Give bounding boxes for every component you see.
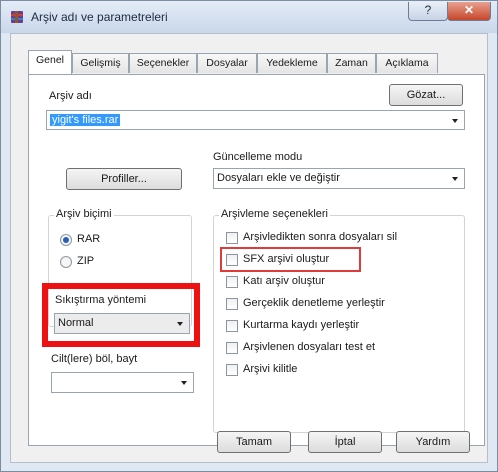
checkbox-test-files[interactable]	[226, 342, 238, 354]
chevron-down-icon[interactable]	[452, 177, 458, 181]
dialog-client-area: Genel Genel Gelişmiş Seçenekler Dosyalar…	[10, 33, 488, 463]
split-volumes-combo[interactable]	[51, 372, 194, 393]
checkbox-delete-after-archiving-label[interactable]: Arşivledikten sonra dosyaları sil	[243, 231, 397, 243]
split-volumes-label: Cilt(lere) böl, bayt	[51, 353, 138, 365]
title-bar[interactable]: Arşiv adı ve parametreleri ? ✕	[1, 1, 497, 33]
tab-options[interactable]: Seçenekler	[129, 53, 197, 73]
radio-zip[interactable]	[60, 256, 72, 268]
archive-name-value: yigit's files.rar	[50, 114, 121, 126]
update-mode-label: Güncelleme modu	[213, 151, 303, 163]
archive-name-label: Arşiv adı	[49, 90, 92, 102]
general-tab-panel: Arşiv adı Gözat... yigit's files.rar Gün…	[28, 74, 485, 446]
archive-format-title: Arşiv biçimi	[54, 208, 114, 220]
tab-general-active[interactable]: Genel	[28, 50, 72, 74]
chevron-down-icon[interactable]	[452, 119, 458, 123]
update-mode-value: Dosyaları ekle ve değiştir	[217, 172, 340, 184]
help-title-button[interactable]: ?	[408, 2, 448, 21]
checkbox-lock-archive-label[interactable]: Arşivi kilitle	[243, 363, 297, 375]
browse-button[interactable]: Gözat...	[389, 84, 463, 106]
tab-advanced[interactable]: Gelişmiş	[72, 53, 129, 73]
ok-button[interactable]: Tamam	[217, 431, 291, 453]
radio-rar[interactable]	[60, 234, 72, 246]
checkbox-authenticity-label[interactable]: Gerçeklik denetleme yerleştir	[243, 297, 385, 309]
sfx-highlight-box	[220, 247, 361, 272]
tab-comment[interactable]: Açıklama	[376, 53, 438, 73]
checkbox-delete-after-archiving[interactable]	[226, 232, 238, 244]
window-title: Arşiv adı ve parametreleri	[31, 10, 168, 24]
checkbox-solid-archive-label[interactable]: Katı arşiv oluştur	[243, 275, 325, 287]
checkbox-authenticity[interactable]	[226, 298, 238, 310]
checkbox-lock-archive[interactable]	[226, 364, 238, 376]
checkbox-recovery-record-label[interactable]: Kurtarma kaydı yerleştir	[243, 319, 359, 331]
cancel-button[interactable]: İptal	[308, 431, 382, 453]
archive-name-combo[interactable]: yigit's files.rar	[46, 110, 465, 130]
checkbox-test-files-label[interactable]: Arşivlenen dosyaları test et	[243, 341, 375, 353]
help-button[interactable]: Yardım	[396, 431, 470, 453]
chevron-down-icon[interactable]	[181, 381, 187, 385]
checkbox-solid-archive[interactable]	[226, 276, 238, 288]
tab-backup[interactable]: Yedekleme	[257, 53, 327, 73]
tab-files[interactable]: Dosyalar	[197, 53, 257, 73]
update-mode-select[interactable]: Dosyaları ekle ve değiştir	[213, 168, 465, 189]
dialog-window: Arşiv adı ve parametreleri ? ✕ Genel Gen…	[0, 0, 498, 472]
archiving-options-title: Arşivleme seçenekleri	[219, 208, 330, 220]
compression-highlight-box	[42, 283, 200, 347]
winrar-app-icon	[11, 11, 23, 23]
checkbox-recovery-record[interactable]	[226, 320, 238, 332]
profiles-button[interactable]: Profiller...	[66, 168, 182, 190]
tab-time[interactable]: Zaman	[327, 53, 376, 73]
radio-zip-label[interactable]: ZIP	[77, 255, 94, 267]
radio-rar-label[interactable]: RAR	[77, 233, 100, 245]
close-button[interactable]: ✕	[447, 2, 491, 21]
